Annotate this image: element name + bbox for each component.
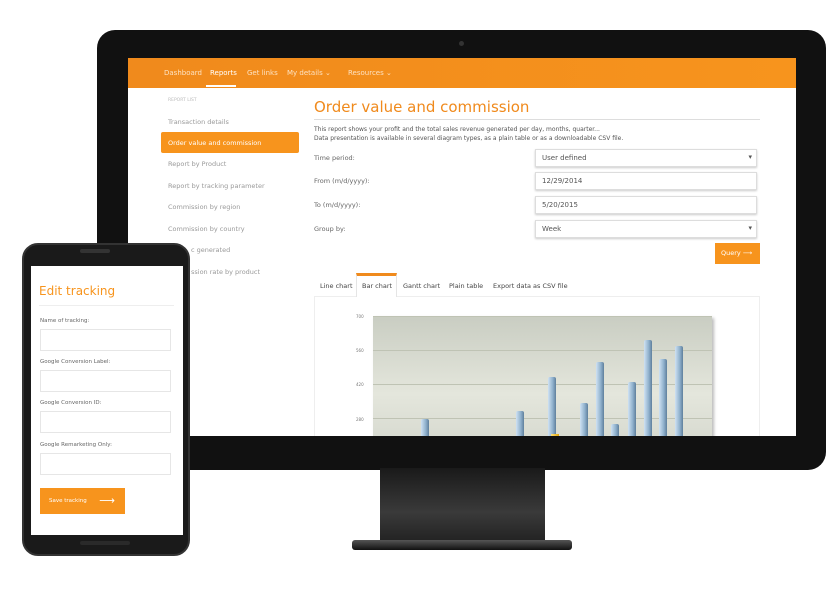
conversion-label-label: Google Conversion Label: — [40, 359, 111, 365]
time-period-label: Time period: — [314, 154, 355, 162]
sidebar-item-commission-region[interactable]: Commission by region — [168, 203, 240, 211]
tab-plain-table[interactable]: Plain table — [449, 282, 483, 290]
sidebar-heading: REPORT LIST — [168, 98, 197, 103]
y-tick: 700 — [356, 314, 364, 319]
chevron-down-icon: ⌄ — [324, 69, 331, 77]
bar-chart-plot — [373, 316, 712, 436]
select-value: User defined — [542, 154, 587, 162]
dropdown-icon: ▾ — [748, 153, 752, 161]
bar-secondary — [551, 433, 559, 436]
bar — [516, 410, 524, 436]
gridline — [373, 350, 712, 351]
save-tracking-button[interactable]: Save tracking ⟶ — [40, 488, 125, 514]
gridline — [373, 316, 712, 317]
bar — [596, 362, 604, 436]
sidebar-item-commission-country[interactable]: Commission by country — [168, 225, 245, 233]
tracking-name-label: Name of tracking: — [40, 318, 90, 324]
bar — [644, 340, 652, 436]
top-nav: Dashboard Reports Get links My details ⌄… — [128, 58, 796, 88]
tab-line-chart[interactable]: Line chart — [320, 282, 353, 290]
dropdown-icon: ▾ — [748, 224, 752, 232]
nav-label: My details — [287, 69, 323, 77]
active-nav-indicator — [206, 85, 236, 87]
phone-screen: Edit tracking Name of tracking: Google C… — [31, 266, 183, 535]
time-period-select[interactable]: User defined ▾ — [535, 149, 757, 167]
description-line: Data presentation is available in severa… — [314, 135, 624, 142]
nav-get-links[interactable]: Get links — [247, 69, 278, 77]
remarketing-label: Google Remarketing Only: — [40, 442, 112, 448]
y-tick: 560 — [356, 348, 364, 353]
sidebar-item-report-by-product[interactable]: Report by Product — [168, 160, 226, 168]
phone-speaker — [80, 249, 110, 253]
chevron-down-icon: ⌄ — [385, 69, 392, 77]
sidebar-item-order-value[interactable]: Order value and commission — [168, 139, 261, 147]
group-by-label: Group by: — [314, 225, 346, 233]
bar — [421, 419, 429, 436]
nav-label: Resources — [348, 69, 384, 77]
conversion-label-input[interactable] — [40, 370, 171, 392]
remarketing-input[interactable] — [40, 453, 171, 475]
nav-reports[interactable]: Reports — [210, 69, 237, 77]
sidebar-item-commission-rate[interactable]: ssion rate by product — [191, 268, 260, 276]
nav-my-details[interactable]: My details ⌄ — [287, 69, 331, 77]
to-date-input[interactable]: 5/20/2015 — [535, 196, 757, 214]
desktop-screen: Dashboard Reports Get links My details ⌄… — [128, 58, 796, 436]
bar — [628, 381, 636, 436]
y-tick: 420 — [356, 382, 364, 387]
conversion-id-input[interactable] — [40, 411, 171, 433]
tab-bar-chart[interactable]: Bar chart — [362, 282, 392, 290]
group-by-select[interactable]: Week ▾ — [535, 220, 757, 238]
nav-resources[interactable]: Resources ⌄ — [348, 69, 392, 77]
webcam — [459, 41, 464, 46]
tracking-name-input[interactable] — [40, 329, 171, 351]
tab-gantt-chart[interactable]: Gantt chart — [403, 282, 440, 290]
arrow-right-icon: ⟶ — [742, 249, 753, 257]
sidebar-item-transaction-details[interactable]: Transaction details — [168, 118, 229, 126]
to-date-label: To (m/d/yyyy): — [314, 201, 361, 209]
arrow-right-icon: ⟶ — [99, 494, 115, 507]
from-date-label: From (m/d/yyyy): — [314, 177, 370, 185]
monitor-base — [352, 540, 572, 550]
bar — [548, 376, 556, 436]
description-line: This report shows your profit and the to… — [314, 126, 600, 133]
phone-bottom-bar — [80, 541, 130, 545]
divider — [39, 305, 174, 306]
page-title: Order value and commission — [314, 98, 530, 116]
y-tick: 280 — [356, 417, 364, 422]
conversion-id-label: Google Conversion ID: — [40, 400, 102, 406]
divider — [314, 119, 760, 120]
bar — [611, 424, 619, 436]
monitor-stand — [380, 468, 545, 542]
sidebar-item-generated[interactable]: c generated — [191, 246, 230, 254]
select-value: Week — [542, 225, 562, 233]
query-label: Query — [721, 249, 741, 257]
from-date-input[interactable]: 12/29/2014 — [535, 172, 757, 190]
sidebar-item-tracking-parameter[interactable]: Report by tracking parameter — [168, 182, 265, 190]
edit-tracking-title: Edit tracking — [39, 284, 116, 298]
bar — [675, 346, 683, 436]
bar — [580, 403, 588, 436]
query-button[interactable]: Query ⟶ — [715, 243, 760, 264]
tab-export-csv[interactable]: Export data as CSV file — [493, 282, 568, 290]
save-label: Save tracking — [49, 498, 87, 504]
bar — [659, 358, 667, 436]
nav-dashboard[interactable]: Dashboard — [164, 69, 202, 77]
